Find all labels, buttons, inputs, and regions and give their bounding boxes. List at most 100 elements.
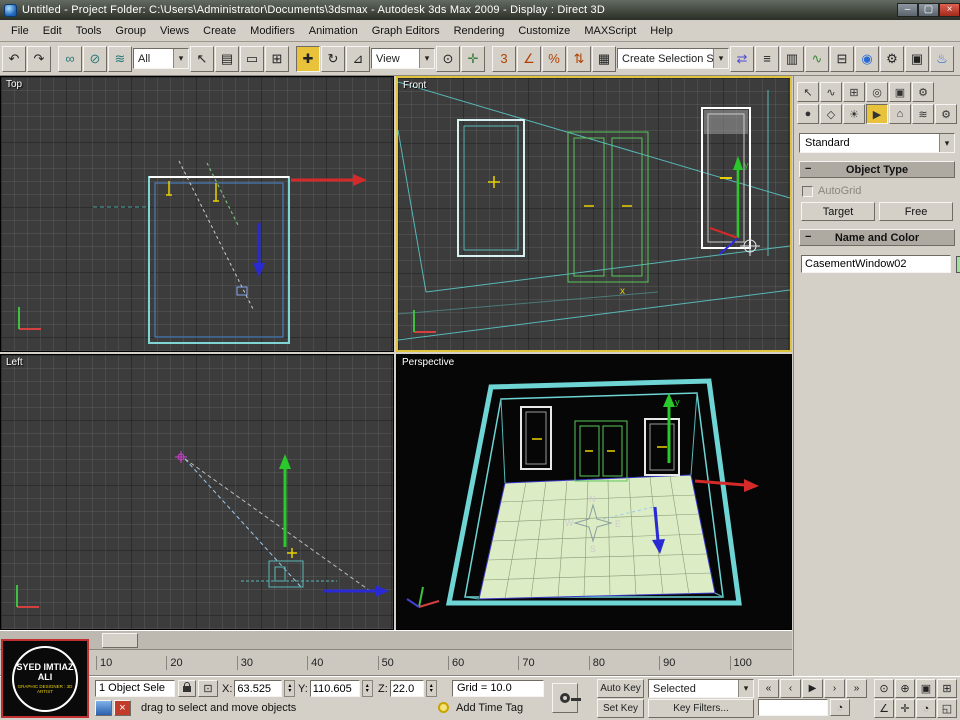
quick-render-icon[interactable]: ♨ bbox=[930, 45, 954, 72]
menu-item[interactable]: Tools bbox=[69, 22, 109, 40]
maximize-button[interactable]: ▢ bbox=[918, 3, 939, 17]
viewport-left-label[interactable]: Left bbox=[6, 357, 23, 368]
tab-create-icon[interactable]: ↖ bbox=[797, 82, 819, 102]
time-configuration-button[interactable]: ◔ bbox=[830, 699, 850, 716]
y-coordinate-input[interactable] bbox=[309, 680, 360, 697]
pan-icon[interactable]: ✛ bbox=[895, 699, 915, 718]
category-helpers-icon[interactable]: ⌂ bbox=[889, 104, 911, 124]
absolute-offset-toggle[interactable]: ⊡ bbox=[198, 680, 218, 697]
menu-item[interactable]: Help bbox=[643, 22, 680, 40]
key-selection-dropdown[interactable]: Selected bbox=[648, 679, 754, 698]
maxscript-mini-listener-icon[interactable] bbox=[95, 700, 112, 716]
play-button[interactable]: ▶ bbox=[802, 679, 823, 698]
category-cameras-icon[interactable]: ▶ bbox=[866, 104, 888, 124]
add-time-tag[interactable]: Add Time Tag bbox=[456, 702, 523, 714]
percent-snap-icon[interactable]: % bbox=[542, 45, 566, 72]
rendered-frame-window-icon[interactable]: ▣ bbox=[905, 45, 929, 72]
select-and-move-icon[interactable]: ✚ bbox=[296, 45, 320, 72]
field-of-view-icon[interactable]: ∠ bbox=[874, 699, 894, 718]
menu-item[interactable]: Create bbox=[196, 22, 243, 40]
selection-filter-dropdown[interactable]: All bbox=[133, 48, 189, 69]
menu-item[interactable]: Customize bbox=[511, 22, 577, 40]
select-and-uniform-scale-icon[interactable]: ⊿ bbox=[346, 45, 370, 72]
menu-item[interactable]: Rendering bbox=[447, 22, 512, 40]
current-frame-field[interactable] bbox=[758, 699, 828, 716]
menu-item[interactable]: MAXScript bbox=[577, 22, 643, 40]
zoom-icon[interactable]: ⊙ bbox=[874, 679, 894, 698]
time-slider-track[interactable] bbox=[0, 630, 792, 650]
rectangular-selection-region-icon[interactable]: ▭ bbox=[240, 45, 264, 72]
go-to-end-button[interactable]: » bbox=[846, 679, 867, 698]
z-coordinate-input[interactable] bbox=[389, 680, 424, 697]
menu-item[interactable]: Edit bbox=[36, 22, 69, 40]
named-selection-set-combo[interactable]: Create Selection Set bbox=[617, 48, 729, 69]
category-geometry-icon[interactable]: ● bbox=[797, 104, 819, 124]
mirror-icon[interactable]: ⇄ bbox=[730, 45, 754, 72]
object-category-dropdown[interactable]: Standard bbox=[799, 133, 955, 153]
select-object-icon[interactable]: ↖ bbox=[190, 45, 214, 72]
select-and-rotate-icon[interactable]: ↻ bbox=[321, 45, 345, 72]
window-crossing-icon[interactable]: ⊞ bbox=[265, 45, 289, 72]
align-icon[interactable]: ≡ bbox=[755, 45, 779, 72]
reference-coordinate-dropdown[interactable]: View bbox=[371, 48, 435, 69]
viewport-top-label[interactable]: Top bbox=[6, 79, 22, 90]
previous-frame-button[interactable]: ‹ bbox=[780, 679, 801, 698]
viewport-top[interactable]: Top bbox=[0, 76, 394, 352]
curve-editor-icon[interactable]: ∿ bbox=[805, 45, 829, 72]
viewport-perspective[interactable]: Perspective N W E S y bbox=[396, 354, 792, 630]
unlink-selection-icon[interactable]: ⊘ bbox=[83, 45, 107, 72]
close-button[interactable]: × bbox=[939, 3, 960, 17]
viewport-perspective-label[interactable]: Perspective bbox=[402, 357, 454, 368]
category-shapes-icon[interactable]: ◇ bbox=[820, 104, 842, 124]
go-to-start-button[interactable]: « bbox=[758, 679, 779, 698]
maximize-viewport-toggle-icon[interactable]: ◱ bbox=[937, 699, 957, 718]
free-button[interactable]: Free bbox=[879, 202, 953, 221]
listener-close-icon[interactable] bbox=[114, 700, 131, 716]
y-spinner-icon[interactable] bbox=[361, 680, 373, 697]
arc-rotate-icon[interactable]: ◔ bbox=[916, 699, 936, 718]
x-spinner-icon[interactable] bbox=[284, 680, 296, 697]
select-and-link-icon[interactable]: ∞ bbox=[58, 45, 82, 72]
name-color-rollout-header[interactable]: Name and Color bbox=[799, 229, 955, 246]
tab-motion-icon[interactable]: ◎ bbox=[866, 82, 888, 102]
menu-item[interactable]: Group bbox=[108, 22, 153, 40]
key-filters-button[interactable]: Key Filters... bbox=[648, 699, 754, 718]
auto-key-button[interactable]: Auto Key bbox=[597, 679, 644, 698]
category-space-warps-icon[interactable]: ≋ bbox=[912, 104, 934, 124]
object-type-rollout-header[interactable]: Object Type bbox=[799, 161, 955, 178]
tab-modify-icon[interactable]: ∿ bbox=[820, 82, 842, 102]
viewport-front[interactable]: Front y x bbox=[396, 76, 792, 352]
spinner-snap-icon[interactable]: ⇅ bbox=[567, 45, 591, 72]
set-keys-button[interactable] bbox=[552, 683, 581, 713]
layer-manager-icon[interactable]: ▥ bbox=[780, 45, 804, 72]
render-setup-icon[interactable]: ⚙ bbox=[880, 45, 904, 72]
time-slider-handle[interactable] bbox=[102, 633, 138, 648]
x-coordinate-input[interactable] bbox=[234, 680, 283, 697]
object-color-swatch[interactable] bbox=[956, 255, 960, 273]
minimize-button[interactable]: – bbox=[897, 3, 918, 17]
menu-item[interactable]: Animation bbox=[302, 22, 365, 40]
selection-lock-toggle[interactable] bbox=[178, 680, 196, 697]
tab-display-icon[interactable]: ▣ bbox=[889, 82, 911, 102]
menu-item[interactable]: Modifiers bbox=[243, 22, 302, 40]
category-systems-icon[interactable]: ⚙ bbox=[935, 104, 957, 124]
z-spinner-icon[interactable] bbox=[425, 680, 437, 697]
material-editor-icon[interactable]: ◉ bbox=[855, 45, 879, 72]
schematic-view-icon[interactable]: ⊟ bbox=[830, 45, 854, 72]
undo-icon[interactable]: ↶ bbox=[2, 45, 26, 72]
bind-to-space-warp-icon[interactable]: ≋ bbox=[108, 45, 132, 72]
zoom-extents-icon[interactable]: ▣ bbox=[916, 679, 936, 698]
menu-item[interactable]: File bbox=[4, 22, 36, 40]
angle-snap-icon[interactable]: ∠ bbox=[517, 45, 541, 72]
zoom-extents-all-icon[interactable]: ⊞ bbox=[937, 679, 957, 698]
menu-item[interactable]: Graph Editors bbox=[365, 22, 447, 40]
target-button[interactable]: Target bbox=[801, 202, 875, 221]
object-name-input[interactable] bbox=[801, 255, 951, 273]
autogrid-checkbox[interactable] bbox=[802, 185, 813, 197]
redo-icon[interactable]: ↷ bbox=[27, 45, 51, 72]
set-key-button[interactable]: Set Key bbox=[597, 699, 644, 718]
viewport-left[interactable]: Left bbox=[0, 354, 394, 630]
menu-item[interactable]: Views bbox=[153, 22, 196, 40]
zoom-all-icon[interactable]: ⊕ bbox=[895, 679, 915, 698]
tab-utilities-icon[interactable]: ⚙ bbox=[912, 82, 934, 102]
